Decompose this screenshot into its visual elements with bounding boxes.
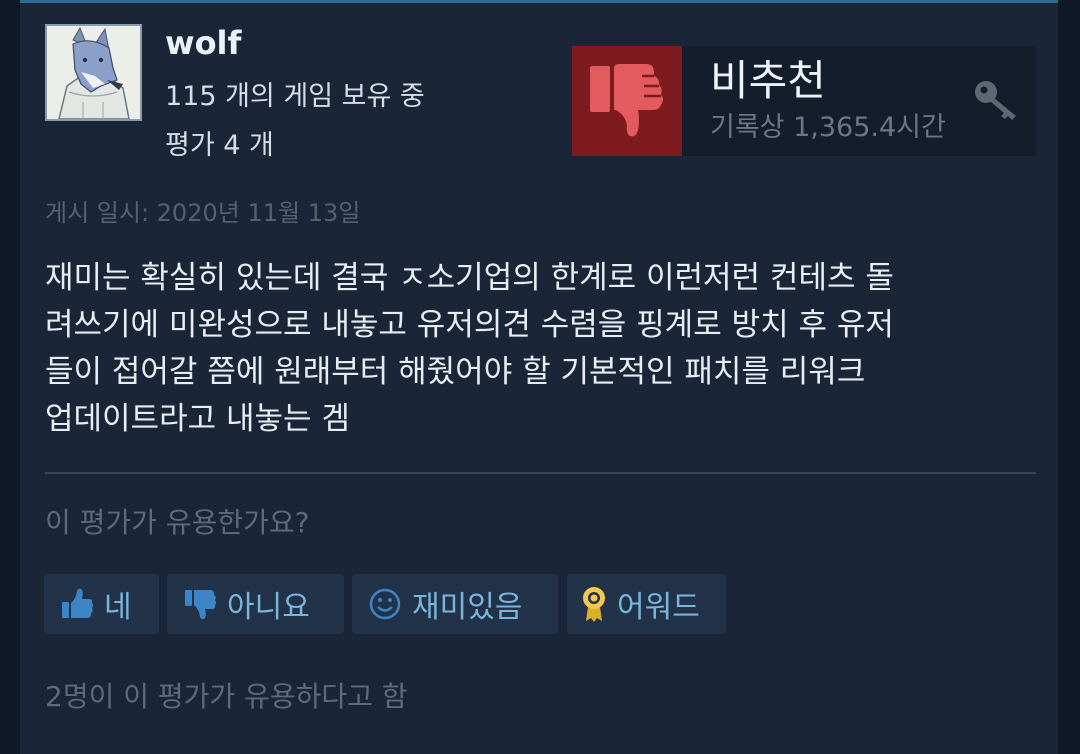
helpful-count: 2명이 이 평가가 유용하다고 함 xyxy=(45,680,408,713)
key-icon xyxy=(972,76,1022,126)
thumbs-up-icon xyxy=(60,587,94,621)
award-label: 어워드 xyxy=(617,590,700,625)
helpful-question: 이 평가가 유용한가요? xyxy=(45,506,310,539)
vote-no-button[interactable]: 아니요 xyxy=(167,574,344,634)
games-owned[interactable]: 115 개의 게임 보유 중 xyxy=(165,79,425,115)
thumbs-down-icon xyxy=(590,64,663,137)
smiley-icon xyxy=(368,587,402,621)
vote-funny-button[interactable]: 재미있음 xyxy=(352,574,558,634)
vote-yes-label: 네 xyxy=(104,590,132,625)
reviewer-name[interactable]: wolf xyxy=(165,23,241,63)
vote-yes-button[interactable]: 네 xyxy=(44,574,159,634)
vote-no-label: 아니요 xyxy=(227,590,310,625)
vote-funny-label: 재미있음 xyxy=(412,590,523,625)
review-line: 재미는 확실히 있는데 결국 ㅈ소기업의 한계로 이런저런 컨테츠 돌 xyxy=(45,260,894,296)
playtime: 기록상 1,365.4시간 xyxy=(710,112,946,143)
divider xyxy=(45,472,1036,474)
review-line: 려쓰기에 미완성으로 내놓고 유저의견 수렴을 핑계로 방치 후 유저 xyxy=(45,307,894,343)
review-body: 재미는 확실히 있는데 결국 ㅈ소기업의 한계로 이런저런 컨테츠 돌 려쓰기에… xyxy=(45,255,1035,443)
review-line: 들이 접어갈 쯤에 원래부터 해줬어야 할 기본적인 패치를 리워크 xyxy=(45,354,866,390)
verdict-box: 비추천 기록상 1,365.4시간 xyxy=(572,46,1036,156)
review-line: 업데이트라고 내놓는 겜 xyxy=(45,401,350,437)
avatar[interactable] xyxy=(45,24,142,121)
verdict-label: 비추천 xyxy=(710,56,826,105)
thumbs-down-icon xyxy=(183,587,217,621)
reviews-count[interactable]: 평가 4 개 xyxy=(165,128,274,164)
wolf-avatar-icon xyxy=(47,26,140,119)
award-button[interactable]: 어워드 xyxy=(567,574,726,634)
review-card: wolf 115 개의 게임 보유 중 평가 4 개 비추천 기록상 1,365… xyxy=(20,0,1058,754)
verdict-thumb-box xyxy=(572,46,682,156)
posted-date: 게시 일시: 2020년 11월 13일 xyxy=(45,199,361,227)
award-ribbon-icon xyxy=(581,585,607,623)
